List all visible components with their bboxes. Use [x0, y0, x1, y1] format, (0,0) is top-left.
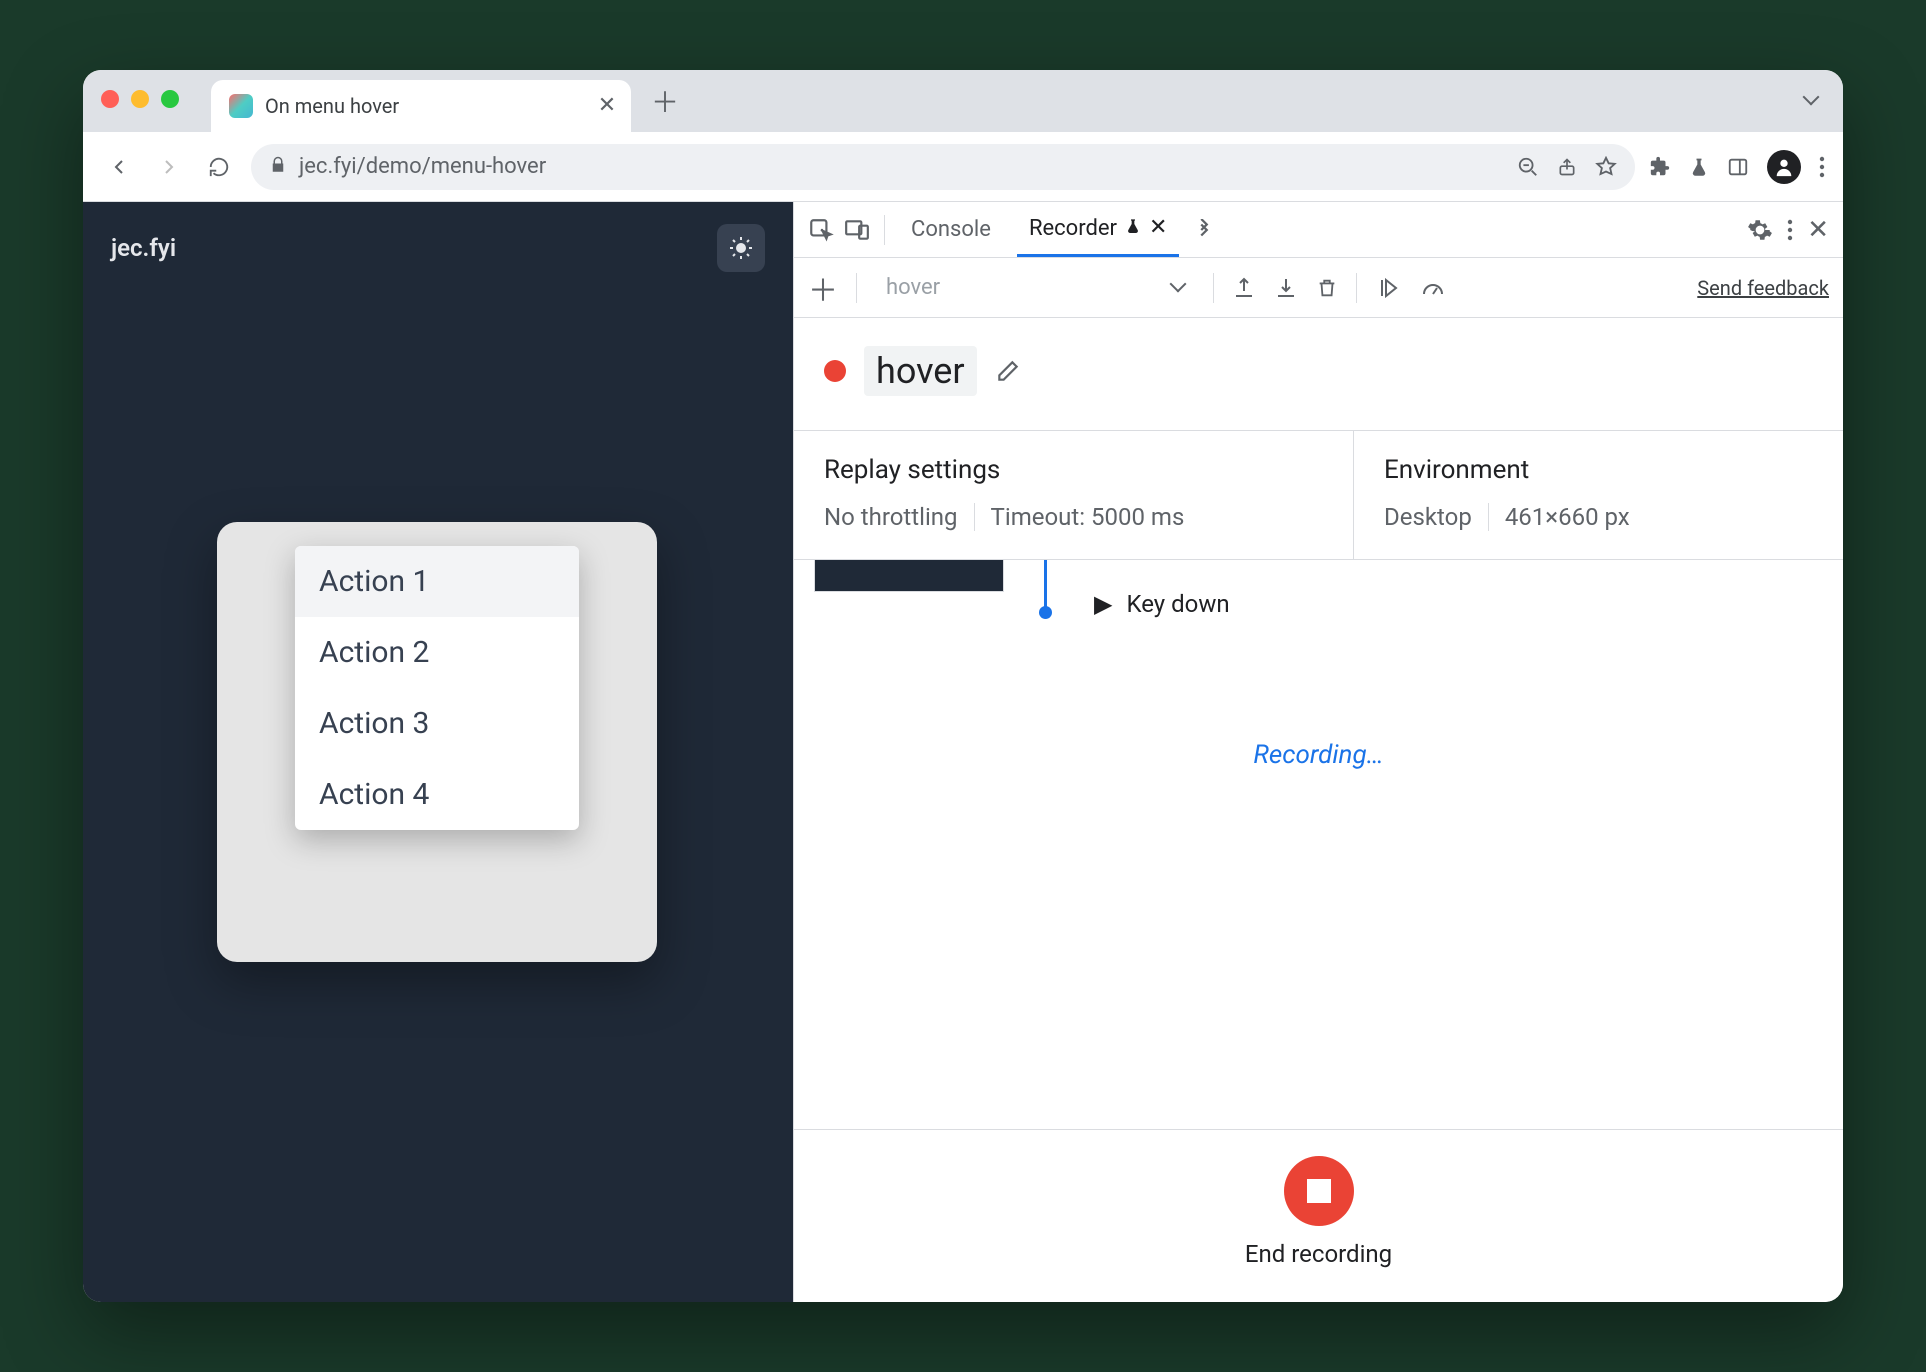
replay-icon[interactable]: [1375, 276, 1401, 300]
recording-name: hover: [864, 346, 977, 396]
hover-card[interactable]: Hover me! Action 1 Action 2 Action 3 Act…: [217, 522, 657, 962]
send-feedback-link[interactable]: Send feedback: [1697, 276, 1829, 300]
expand-triangle-icon: ▶: [1094, 590, 1112, 618]
steps-area: ▶ Key down Recording…: [794, 560, 1843, 1129]
recorder-toolbar: ＋ hover Send feedback: [794, 258, 1843, 318]
tab-overflow-button[interactable]: [1797, 83, 1825, 119]
zoom-out-icon[interactable]: [1517, 156, 1539, 178]
recording-indicator-icon: [824, 360, 846, 382]
content-area: jec.fyi Hover me! Action 1 Action 2 Acti…: [83, 202, 1843, 1302]
replay-throttling-value[interactable]: No throttling: [824, 503, 958, 531]
window-titlebar: On menu hover ✕ ＋: [83, 70, 1843, 132]
replay-timeout-value[interactable]: Timeout: 5000 ms: [974, 503, 1185, 531]
extensions-icon[interactable]: [1649, 156, 1671, 178]
flask-icon: [1125, 216, 1141, 241]
favicon-icon: [229, 94, 253, 118]
profile-avatar[interactable]: [1767, 150, 1801, 184]
recording-status: Recording…: [1253, 740, 1383, 770]
menu-item-action-2[interactable]: Action 2: [295, 617, 579, 688]
end-recording-label: End recording: [1245, 1240, 1392, 1268]
devtools-tabbar: Console Recorder ✕ ✕: [794, 202, 1843, 258]
replay-settings-heading: Replay settings: [824, 455, 1323, 485]
labs-flask-icon[interactable]: [1689, 156, 1709, 178]
devtools-close-icon[interactable]: ✕: [1807, 217, 1829, 243]
tab-close-button[interactable]: ✕: [595, 94, 619, 118]
settings-gear-icon[interactable]: [1747, 217, 1773, 243]
inspect-element-icon[interactable]: [808, 217, 834, 243]
recording-header: hover: [794, 318, 1843, 431]
environment-device-value: Desktop: [1384, 503, 1472, 531]
edit-name-button[interactable]: [995, 358, 1021, 384]
tab-title: On menu hover: [265, 94, 583, 118]
menu-item-action-1[interactable]: Action 1: [295, 546, 579, 617]
reload-button[interactable]: [201, 149, 237, 185]
step-keydown[interactable]: ▶ Key down: [1094, 590, 1230, 618]
settings-row: Replay settings No throttling Timeout: 5…: [794, 431, 1843, 560]
stop-icon: [1307, 1179, 1331, 1203]
recording-selector-value: hover: [886, 275, 940, 300]
step-thumbnail: [814, 560, 1004, 592]
devtools-panel: Console Recorder ✕ ✕ ＋ hover: [793, 202, 1843, 1302]
end-recording-button[interactable]: [1284, 1156, 1354, 1226]
environment-size-value: 461×660 px: [1488, 503, 1630, 531]
step-timeline-line: [1044, 560, 1047, 608]
omnibox[interactable]: jec.fyi/demo/menu-hover: [251, 144, 1635, 190]
step-timeline-dot: [1039, 606, 1052, 619]
traffic-lights: [101, 90, 179, 108]
share-icon[interactable]: [1557, 156, 1577, 178]
environment-heading: Environment: [1384, 455, 1630, 485]
browser-window: On menu hover ✕ ＋ jec.fyi/demo/menu-hove…: [83, 70, 1843, 1302]
new-recording-button[interactable]: ＋: [808, 266, 838, 310]
import-icon[interactable]: [1274, 276, 1298, 300]
step-label-text: Key down: [1126, 590, 1229, 618]
url-text: jec.fyi/demo/menu-hover: [299, 154, 546, 179]
tab-recorder[interactable]: Recorder ✕: [1017, 202, 1180, 257]
theme-toggle-button[interactable]: [717, 224, 765, 272]
hover-menu: Action 1 Action 2 Action 3 Action 4: [295, 546, 579, 830]
omnibox-actions: [1517, 156, 1617, 178]
new-tab-button[interactable]: ＋: [645, 81, 685, 121]
window-maximize-button[interactable]: [161, 90, 179, 108]
export-icon[interactable]: [1232, 276, 1256, 300]
browser-tab[interactable]: On menu hover ✕: [211, 80, 631, 132]
replay-settings-section: Replay settings No throttling Timeout: 5…: [794, 431, 1354, 559]
tab-recorder-close-icon[interactable]: ✕: [1149, 217, 1167, 239]
recording-selector[interactable]: hover: [875, 269, 1195, 307]
environment-section: Environment Desktop 461×660 px: [1354, 431, 1660, 559]
devtools-menu-icon[interactable]: [1787, 219, 1793, 241]
menu-item-action-4[interactable]: Action 4: [295, 759, 579, 830]
tab-console[interactable]: Console: [899, 202, 1003, 257]
address-bar: jec.fyi/demo/menu-hover: [83, 132, 1843, 202]
browser-menu-icon[interactable]: [1819, 156, 1825, 178]
sidepanel-icon[interactable]: [1727, 156, 1749, 178]
lock-icon: [269, 156, 287, 178]
bookmark-star-icon[interactable]: [1595, 156, 1617, 178]
window-minimize-button[interactable]: [131, 90, 149, 108]
menu-item-action-3[interactable]: Action 3: [295, 688, 579, 759]
back-button[interactable]: [101, 149, 137, 185]
forward-button[interactable]: [151, 149, 187, 185]
chevron-down-icon: [1172, 275, 1184, 300]
page-header: jec.fyi: [83, 202, 793, 294]
end-recording-section: End recording: [794, 1129, 1843, 1302]
site-title: jec.fyi: [111, 234, 176, 262]
more-tabs-icon[interactable]: [1193, 219, 1215, 241]
toolbar-right: [1649, 150, 1825, 184]
page-viewport: jec.fyi Hover me! Action 1 Action 2 Acti…: [83, 202, 793, 1302]
device-toggle-icon[interactable]: [844, 217, 870, 243]
window-close-button[interactable]: [101, 90, 119, 108]
performance-icon[interactable]: [1419, 276, 1447, 300]
delete-icon[interactable]: [1316, 276, 1338, 300]
